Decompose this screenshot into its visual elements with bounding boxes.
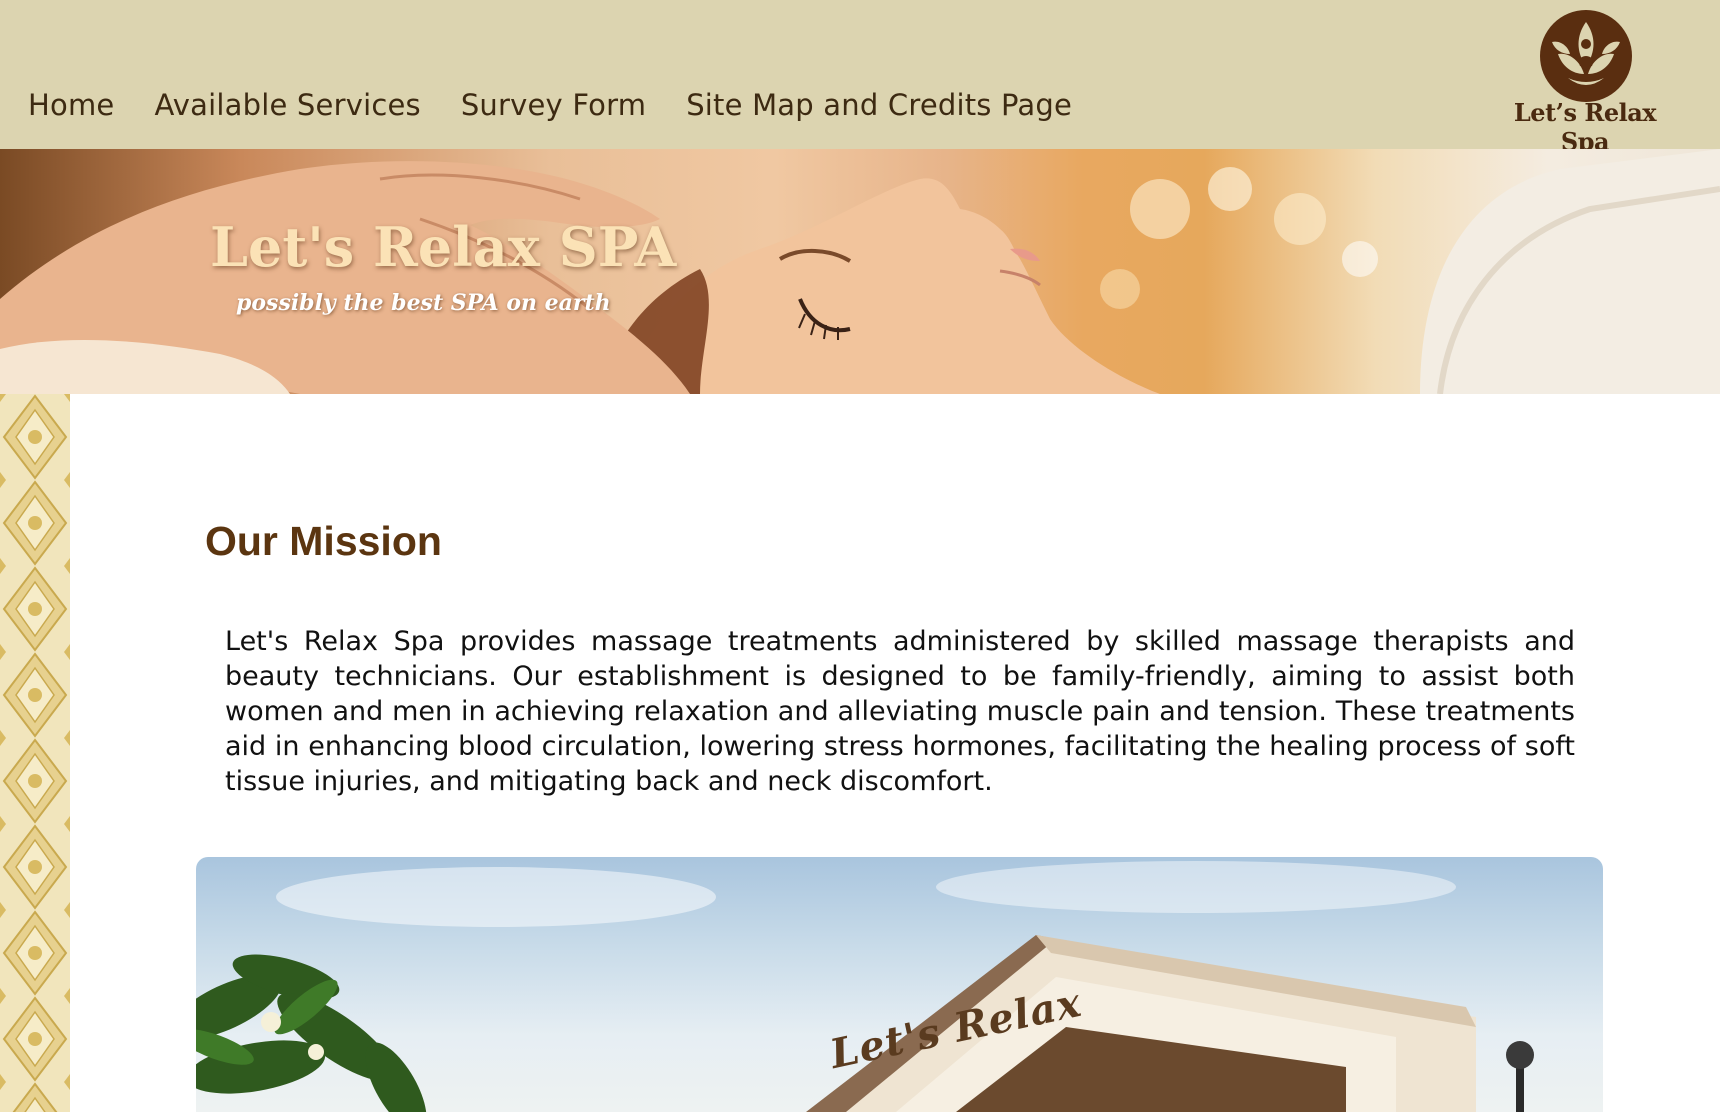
decorative-pattern-strip: [0, 394, 70, 1112]
lotus-meditation-icon: [1540, 10, 1632, 102]
nav-link-available-services[interactable]: Available Services: [154, 88, 420, 122]
hero-subtitle: possibly the best SPA on earth: [236, 290, 611, 316]
mission-heading: Our Mission: [205, 518, 442, 564]
site-logo[interactable]: Let’s Relax Spa: [1490, 6, 1680, 156]
hero-banner: Let's Relax SPA possibly the best SPA on…: [0, 149, 1720, 394]
nav-link-home[interactable]: Home: [28, 88, 114, 122]
hero-title: Let's Relax SPA: [210, 215, 677, 279]
logo-text: Let’s Relax Spa: [1513, 98, 1657, 156]
top-navigation-bar: Home Available Services Survey Form Site…: [0, 0, 1720, 156]
nav-link-survey-form[interactable]: Survey Form: [461, 88, 646, 122]
nav-link-site-map-credits[interactable]: Site Map and Credits Page: [686, 88, 1072, 122]
mission-paragraph: Let's Relax Spa provides massage treatme…: [225, 626, 1575, 797]
main-nav: Home Available Services Survey Form Site…: [28, 88, 1072, 122]
spa-building-photo: [196, 857, 1603, 1112]
